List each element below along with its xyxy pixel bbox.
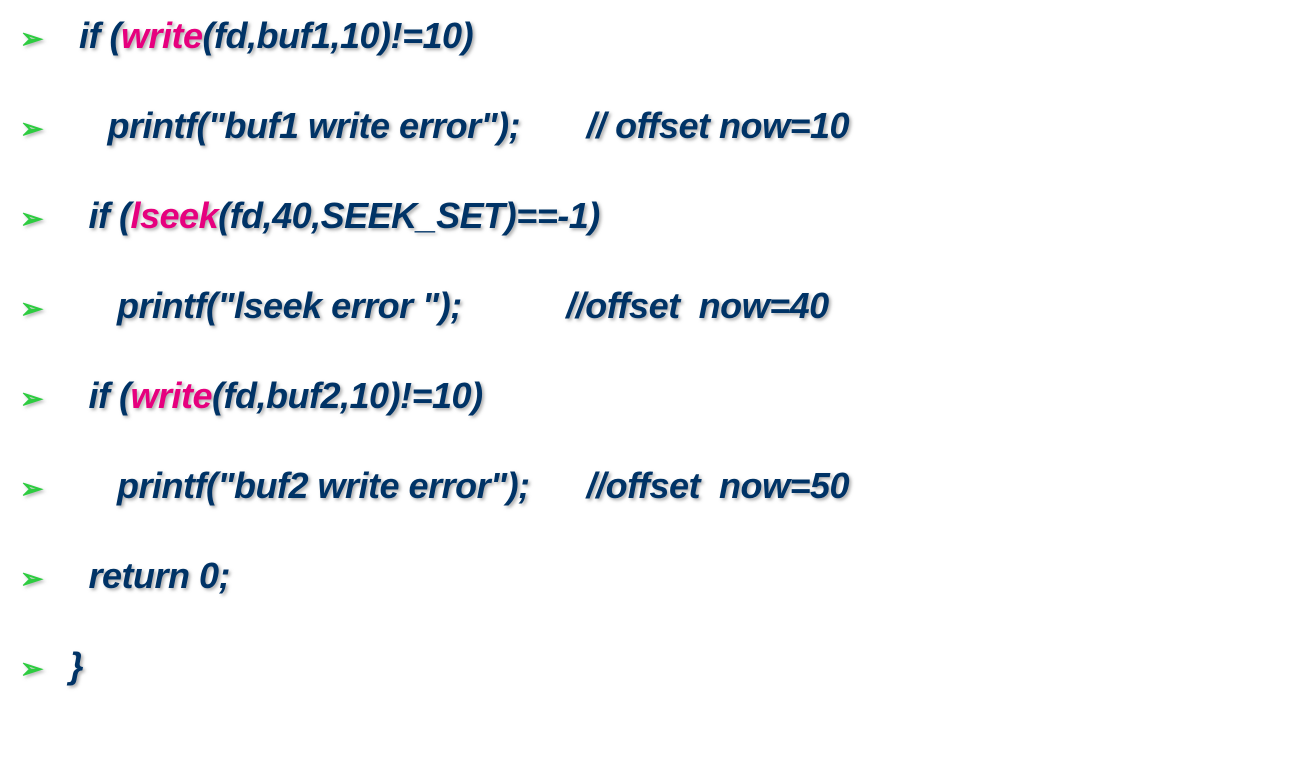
bullet-icon: ➢ bbox=[20, 562, 60, 595]
highlighted-keyword: lseek bbox=[131, 195, 219, 236]
code-text: printf("lseek error "); //offset now=40 bbox=[60, 285, 829, 327]
code-segment: (fd,40,SEEK_SET)==-1) bbox=[218, 195, 600, 236]
code-segment: return 0; bbox=[60, 555, 230, 596]
code-line: ➢ if (write(fd,buf1,10)!=10) bbox=[20, 15, 1290, 57]
code-line: ➢ printf("lseek error "); //offset now=4… bbox=[20, 285, 1290, 327]
bullet-icon: ➢ bbox=[20, 202, 60, 235]
code-text: return 0; bbox=[60, 555, 230, 597]
code-segment: if ( bbox=[60, 15, 121, 56]
bullet-icon: ➢ bbox=[20, 292, 60, 325]
bullet-icon: ➢ bbox=[20, 472, 60, 505]
code-segment: if ( bbox=[60, 375, 131, 416]
code-text: } bbox=[60, 645, 83, 687]
code-segment: printf("buf2 write error"); //offset now… bbox=[60, 465, 849, 506]
code-line: ➢ printf("buf2 write error"); //offset n… bbox=[20, 465, 1290, 507]
code-segment: printf("lseek error "); //offset now=40 bbox=[60, 285, 829, 326]
code-listing: ➢ if (write(fd,buf1,10)!=10)➢ printf("bu… bbox=[20, 15, 1290, 687]
bullet-icon: ➢ bbox=[20, 112, 60, 145]
bullet-icon: ➢ bbox=[20, 652, 60, 685]
code-segment: (fd,buf1,10)!=10) bbox=[203, 15, 474, 56]
code-line: ➢ return 0; bbox=[20, 555, 1290, 597]
code-text: printf("buf1 write error"); // offset no… bbox=[60, 105, 849, 147]
highlighted-keyword: write bbox=[121, 15, 203, 56]
code-segment: (fd,buf2,10)!=10) bbox=[212, 375, 483, 416]
bullet-icon: ➢ bbox=[20, 22, 60, 55]
bullet-icon: ➢ bbox=[20, 382, 60, 415]
highlighted-keyword: write bbox=[131, 375, 213, 416]
code-line: ➢ if (lseek(fd,40,SEEK_SET)==-1) bbox=[20, 195, 1290, 237]
code-line: ➢ } bbox=[20, 645, 1290, 687]
code-text: printf("buf2 write error"); //offset now… bbox=[60, 465, 849, 507]
code-segment: } bbox=[60, 645, 83, 686]
code-text: if (write(fd,buf2,10)!=10) bbox=[60, 375, 483, 417]
code-text: if (lseek(fd,40,SEEK_SET)==-1) bbox=[60, 195, 600, 237]
code-segment: printf("buf1 write error"); // offset no… bbox=[60, 105, 849, 146]
code-line: ➢ if (write(fd,buf2,10)!=10) bbox=[20, 375, 1290, 417]
code-text: if (write(fd,buf1,10)!=10) bbox=[60, 15, 473, 57]
code-line: ➢ printf("buf1 write error"); // offset … bbox=[20, 105, 1290, 147]
code-segment: if ( bbox=[60, 195, 131, 236]
